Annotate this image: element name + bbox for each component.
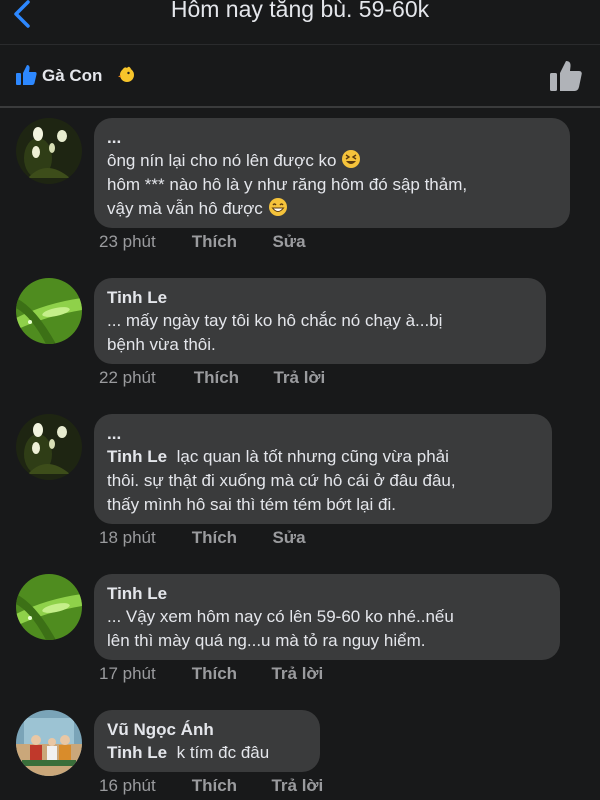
like-comment-link[interactable]: Thích <box>192 776 267 796</box>
comment-text: ... Vậy xem hôm nay có lên 59-60 ko nhé.… <box>107 607 454 650</box>
comment-time: 16 phút <box>99 776 156 795</box>
avatar-family[interactable] <box>16 710 82 776</box>
comment-author[interactable]: ... <box>107 422 538 445</box>
like-summary[interactable]: Gà Con <box>0 48 600 108</box>
likers-names[interactable]: Gà Con <box>42 66 102 86</box>
comment-time: 18 phút <box>99 528 156 547</box>
top-bar: Hôm nay tăng bù. 59-60k <box>0 0 600 45</box>
avatar-leaf[interactable] <box>16 278 82 344</box>
like-comment-link[interactable]: Thích <box>192 232 268 252</box>
like-post-icon[interactable] <box>548 58 584 94</box>
reply-comment-link[interactable]: Trả lời <box>271 776 323 796</box>
comment-text: ông nín lại cho nó lên được ko hôm *** n… <box>107 150 468 218</box>
blue-like-icon <box>16 65 37 85</box>
reply-comment-link[interactable]: Trả lời <box>271 664 323 684</box>
comment-meta: 23 phút Thích Sửa <box>99 232 306 252</box>
comment-time: 22 phút <box>99 368 156 387</box>
comment-meta: 18 phút Thích Sửa <box>99 528 306 548</box>
comment-bubble[interactable]: Vũ Ngọc Ánh Tinh Le k tím đc đâu <box>94 710 320 772</box>
comment-meta: 16 phút Thích Trả lời <box>99 776 323 796</box>
avatar-flowers[interactable] <box>16 414 82 480</box>
comment-meta: 17 phút Thích Trả lời <box>99 664 323 684</box>
comment-meta: 22 phút Thích Trả lời <box>99 368 325 388</box>
avatar-flowers[interactable] <box>16 118 82 184</box>
mentioned-user[interactable]: Tinh Le <box>107 743 167 762</box>
comment-author[interactable]: Vũ Ngọc Ánh <box>107 718 306 741</box>
avatar-image <box>16 278 82 344</box>
comment-time: 23 phút <box>99 232 156 251</box>
reply-comment-link[interactable]: Trả lời <box>273 368 325 388</box>
comment-author[interactable]: Tinh Le <box>107 286 532 309</box>
comment-time: 17 phút <box>99 664 156 683</box>
edit-comment-link[interactable]: Sửa <box>272 528 305 548</box>
edit-comment-link[interactable]: Sửa <box>272 232 305 252</box>
comment-author[interactable]: ... <box>107 126 556 149</box>
avatar-image <box>16 118 82 184</box>
comment-author[interactable]: Tinh Le <box>107 582 546 605</box>
like-comment-link[interactable]: Thích <box>192 528 268 548</box>
comment-bubble[interactable]: ... ông nín lại cho nó lên được ko hôm *… <box>94 118 570 228</box>
comment-text: ... mấy ngày tay tôi ko hô chắc nó chạy … <box>107 311 443 354</box>
comment-text: Tinh Le lạc quan là tốt nhưng cũng vừa p… <box>107 447 456 514</box>
comment-text: Tinh Le k tím đc đâu <box>107 743 270 762</box>
avatar-image <box>16 414 82 480</box>
comment-bubble[interactable]: Tinh Le ... Vậy xem hôm nay có lên 59-60… <box>94 574 560 660</box>
like-comment-link[interactable]: Thích <box>194 368 269 388</box>
beaming-face-emoji-icon <box>268 198 287 216</box>
like-comment-link[interactable]: Thích <box>192 664 267 684</box>
comment-bubble[interactable]: ... Tinh Le lạc quan là tốt nhưng cũng v… <box>94 414 552 524</box>
chick-emoji-icon <box>118 66 134 82</box>
avatar-leaf[interactable] <box>16 574 82 640</box>
avatar-image <box>16 710 82 776</box>
mentioned-user[interactable]: Tinh Le <box>107 447 167 466</box>
grinning-squint-emoji-icon <box>342 150 361 168</box>
post-title: Hôm nay tăng bù. 59-60k <box>170 0 430 22</box>
comment-bubble[interactable]: Tinh Le ... mấy ngày tay tôi ko hô chắc … <box>94 278 546 364</box>
avatar-image <box>16 574 82 640</box>
